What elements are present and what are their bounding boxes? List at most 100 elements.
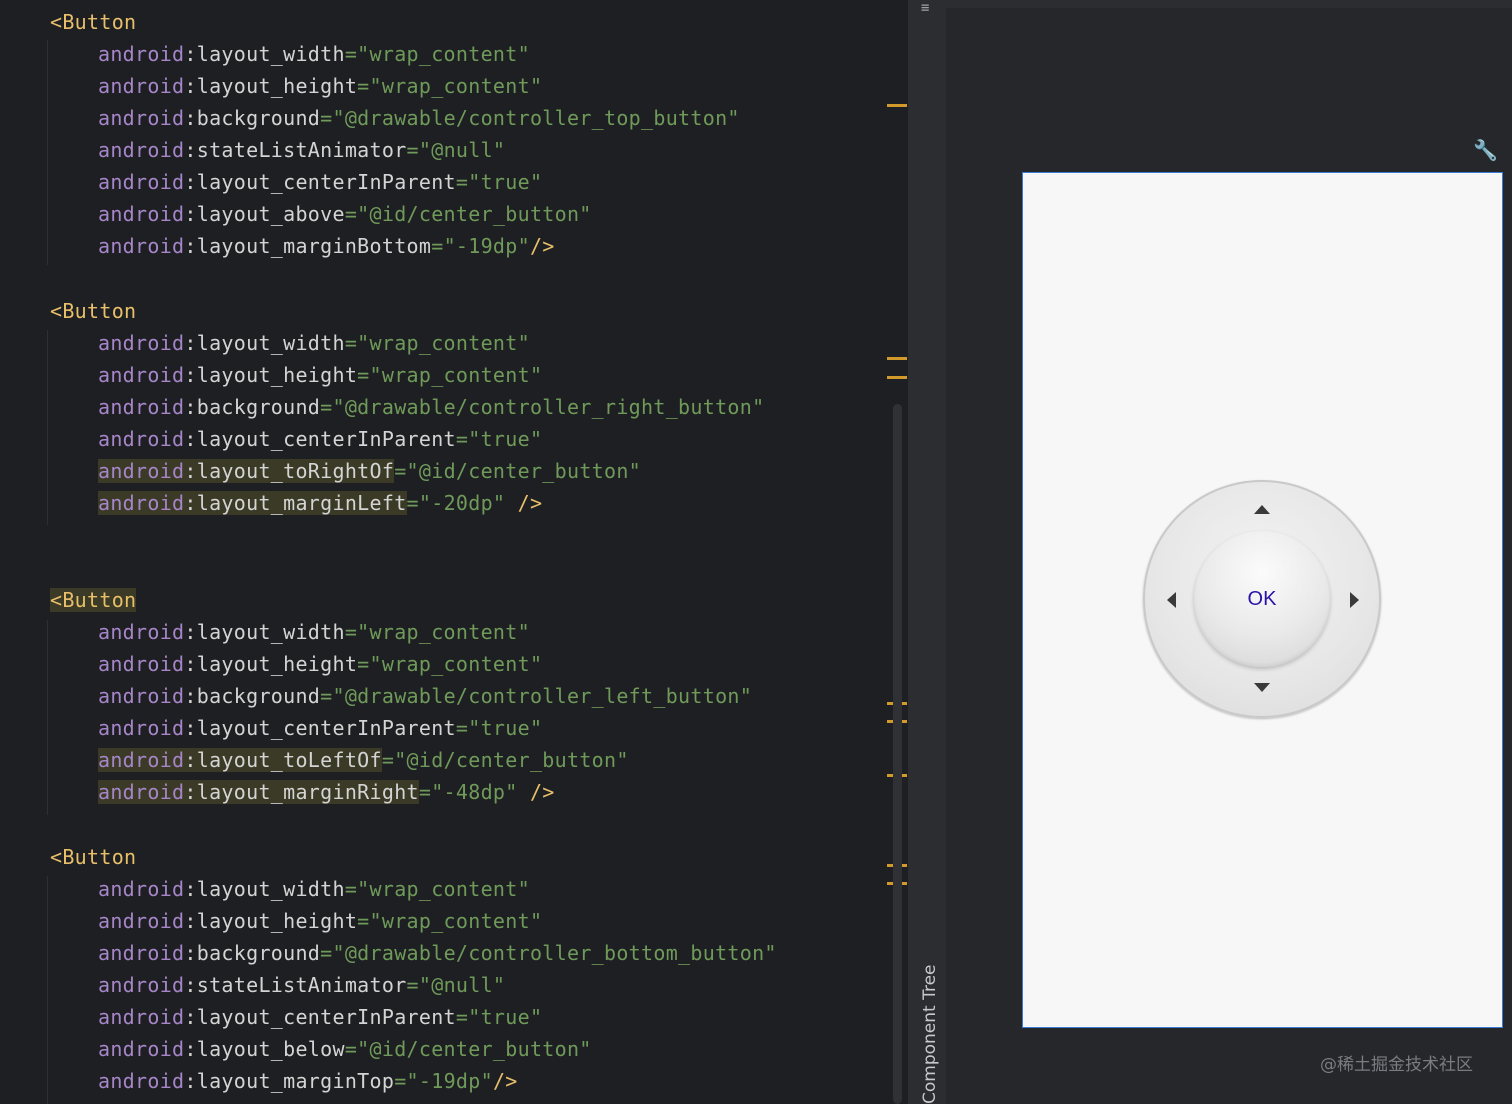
scroll-marker[interactable]	[887, 104, 907, 107]
xml-attribute: layout_toLeftOf	[196, 748, 382, 772]
xml-value: "wrap_content"	[357, 620, 530, 644]
equals-sign: =	[455, 170, 469, 194]
drag-handle-icon[interactable]: ≡	[921, 0, 935, 18]
code-line[interactable]: <Button	[50, 6, 136, 38]
xml-namespace: android	[98, 1069, 185, 1093]
xml-value: "@drawable/controller_left_button"	[332, 684, 753, 708]
equals-sign: =	[344, 1037, 358, 1061]
code-line[interactable]: android:layout_height="wrap_content"	[98, 70, 542, 102]
colon: :	[184, 684, 197, 708]
xml-value: "@id/center_button"	[357, 1037, 592, 1061]
xml-attribute: layout_centerInParent	[196, 1005, 456, 1029]
tag-close: />	[529, 234, 555, 258]
colon: :	[184, 1005, 197, 1029]
xml-value: "wrap_content"	[369, 74, 543, 98]
xml-value: "@null"	[418, 138, 506, 162]
scroll-marker[interactable]	[887, 376, 907, 379]
indent-guide	[47, 620, 48, 815]
code-line[interactable]: android:layout_toLeftOf="@id/center_butt…	[98, 744, 629, 776]
xml-value: "wrap_content"	[369, 363, 543, 387]
colon: :	[184, 74, 197, 98]
colon: :	[184, 363, 197, 387]
code-line[interactable]: android:layout_marginLeft="-20dp" />	[98, 487, 542, 519]
xml-namespace: android	[98, 748, 185, 772]
code-line[interactable]: android:background="@drawable/controller…	[98, 680, 752, 712]
equals-sign: =	[344, 202, 358, 226]
code-line[interactable]: android:background="@drawable/controller…	[98, 102, 740, 134]
code-line[interactable]: android:layout_below="@id/center_button"	[98, 1033, 592, 1065]
scroll-marker[interactable]	[887, 357, 907, 360]
wrench-icon[interactable]: 🔧	[1473, 138, 1498, 162]
equals-sign: =	[357, 909, 370, 933]
code-line[interactable]: android:layout_marginRight="-48dp" />	[98, 776, 555, 808]
code-line[interactable]: android:layout_width="wrap_content"	[98, 327, 530, 359]
xml-tag: <Button	[50, 299, 137, 323]
code-line[interactable]: android:layout_toRightOf="@id/center_but…	[98, 455, 641, 487]
code-line[interactable]: android:layout_above="@id/center_button"	[98, 198, 592, 230]
code-line[interactable]: android:background="@drawable/controller…	[98, 937, 777, 969]
code-line[interactable]: android:layout_marginTop="-19dp"/>	[98, 1065, 518, 1097]
equals-sign: =	[357, 652, 370, 676]
xml-attribute: layout_width	[196, 331, 345, 355]
colon: :	[184, 620, 197, 644]
code-line[interactable]: android:layout_centerInParent="true"	[98, 1001, 542, 1033]
code-line[interactable]: <Button	[50, 295, 136, 327]
arrow-left-icon[interactable]	[1167, 592, 1176, 608]
code-line[interactable]: android:stateListAnimator="@null"	[98, 134, 505, 166]
tag-close: />	[492, 1069, 518, 1093]
code-line[interactable]: android:layout_height="wrap_content"	[98, 359, 542, 391]
editor-scrollbar[interactable]	[893, 404, 902, 1104]
xml-value: "@drawable/controller_bottom_button"	[332, 941, 777, 965]
equals-sign: =	[320, 941, 333, 965]
code-line[interactable]: <Button	[50, 584, 137, 616]
xml-value: "-20dp"	[418, 491, 506, 515]
xml-tag: <Button	[50, 845, 137, 869]
xml-namespace: android	[98, 138, 185, 162]
colon: :	[184, 138, 197, 162]
tag-close: />	[517, 780, 555, 804]
code-line[interactable]: android:background="@drawable/controller…	[98, 391, 764, 423]
xml-namespace: android	[98, 1005, 185, 1029]
equals-sign: =	[320, 395, 333, 419]
code-line[interactable]: android:layout_width="wrap_content"	[98, 616, 530, 648]
code-line[interactable]: android:layout_height="wrap_content"	[98, 648, 542, 680]
ok-button[interactable]: OK	[1194, 531, 1330, 667]
xml-attribute: layout_above	[196, 202, 345, 226]
code-line[interactable]: android:layout_height="wrap_content"	[98, 905, 542, 937]
xml-value: "-19dp"	[443, 234, 530, 258]
indent-guide	[47, 330, 48, 525]
xml-namespace: android	[98, 684, 185, 708]
colon: :	[184, 973, 197, 997]
xml-attribute: layout_marginRight	[196, 780, 419, 804]
xml-attribute: layout_height	[196, 74, 358, 98]
xml-value: "wrap_content"	[369, 652, 543, 676]
colon: :	[184, 780, 197, 804]
code-line[interactable]: android:layout_centerInParent="true"	[98, 423, 542, 455]
xml-value: "wrap_content"	[357, 331, 530, 355]
code-line[interactable]: android:layout_centerInParent="true"	[98, 166, 542, 198]
arrow-down-icon[interactable]	[1254, 683, 1270, 692]
xml-namespace: android	[98, 941, 185, 965]
component-tree-strip[interactable]: ≡	[908, 0, 947, 1104]
xml-namespace: android	[98, 652, 185, 676]
xml-attribute: layout_width	[196, 620, 345, 644]
component-tree-label[interactable]: Component Tree	[920, 964, 940, 1104]
xml-value: "@null"	[418, 973, 506, 997]
preview-toolbar	[946, 0, 1512, 8]
equals-sign: =	[381, 748, 395, 772]
code-line[interactable]: android:layout_width="wrap_content"	[98, 38, 530, 70]
colon: :	[184, 1069, 197, 1093]
arrow-right-icon[interactable]	[1350, 592, 1359, 608]
xml-value: "wrap_content"	[369, 909, 543, 933]
equals-sign: =	[455, 716, 469, 740]
code-line[interactable]: android:stateListAnimator="@null"	[98, 969, 505, 1001]
code-line[interactable]: android:layout_width="wrap_content"	[98, 873, 530, 905]
code-line[interactable]: <Button	[50, 841, 136, 873]
code-editor[interactable]: <Button android:layout_width="wrap_conten…	[0, 0, 908, 1104]
code-line[interactable]: android:layout_marginBottom="-19dp"/>	[98, 230, 555, 262]
arrow-up-icon[interactable]	[1254, 505, 1270, 514]
xml-namespace: android	[98, 363, 185, 387]
equals-sign: =	[320, 684, 333, 708]
xml-value: "@id/center_button"	[394, 748, 629, 772]
code-line[interactable]: android:layout_centerInParent="true"	[98, 712, 542, 744]
